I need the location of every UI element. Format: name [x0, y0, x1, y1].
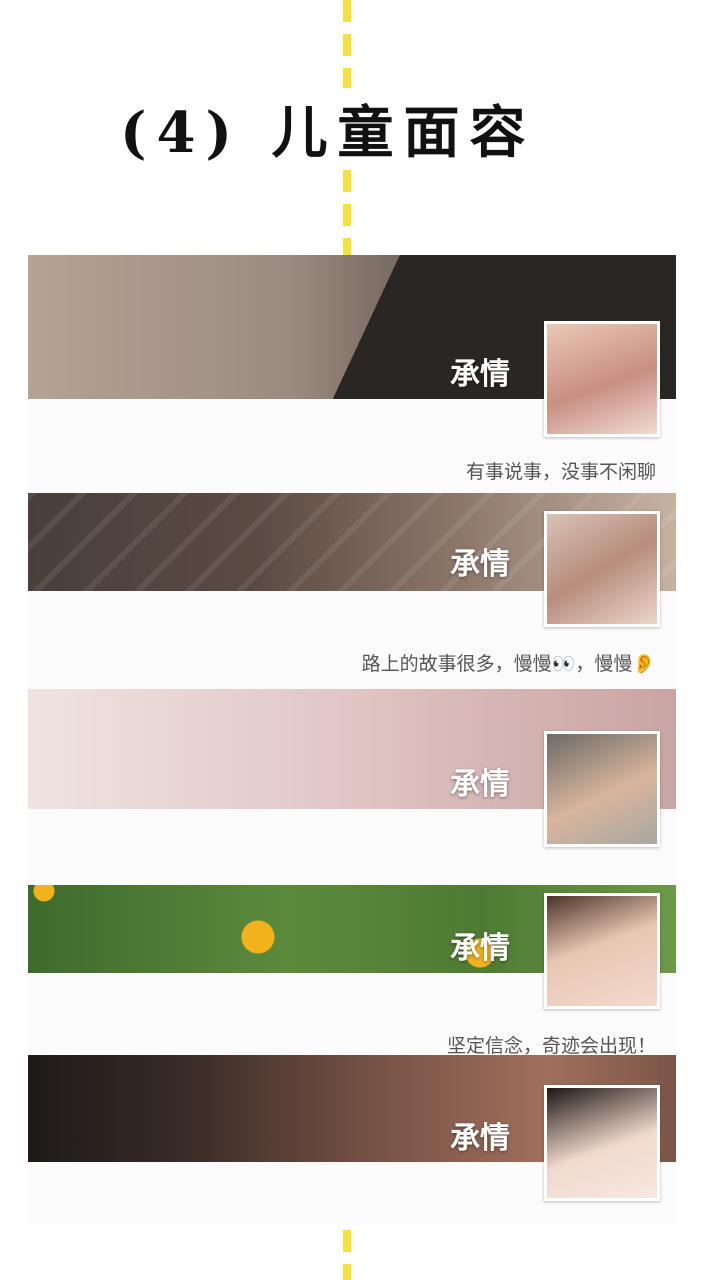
- profile-signature: 有事说事，没事不闲聊: [465, 461, 656, 483]
- profile-name: 承情: [450, 767, 510, 802]
- profile-name: 承情: [450, 931, 510, 966]
- profile-card[interactable]: 承情 有事说事，没事不闲聊: [28, 255, 676, 493]
- profile-card[interactable]: 承情 坚定信念，奇迹会出现！: [28, 885, 676, 1057]
- avatar[interactable]: [544, 893, 660, 1009]
- profile-name: 承情: [450, 1121, 510, 1156]
- avatar[interactable]: [544, 731, 660, 847]
- profile-signature: 路上的故事很多，慢慢👀，慢慢👂: [361, 653, 656, 675]
- profile-card[interactable]: 承情: [28, 689, 676, 885]
- profile-card[interactable]: 承情 路上的故事很多，慢慢👀，慢慢👂: [28, 493, 676, 689]
- avatar[interactable]: [544, 511, 660, 627]
- avatar[interactable]: [544, 321, 660, 437]
- avatar[interactable]: [544, 1085, 660, 1201]
- profile-name: 承情: [450, 357, 510, 392]
- yellow-dashed-line: [343, 1230, 351, 1280]
- profile-signature: 坚定信念，奇迹会出现！: [446, 1035, 656, 1057]
- page-title: (4) 儿童面容: [120, 88, 540, 168]
- profile-name: 承情: [450, 547, 510, 582]
- profile-card[interactable]: 承情: [28, 1055, 676, 1225]
